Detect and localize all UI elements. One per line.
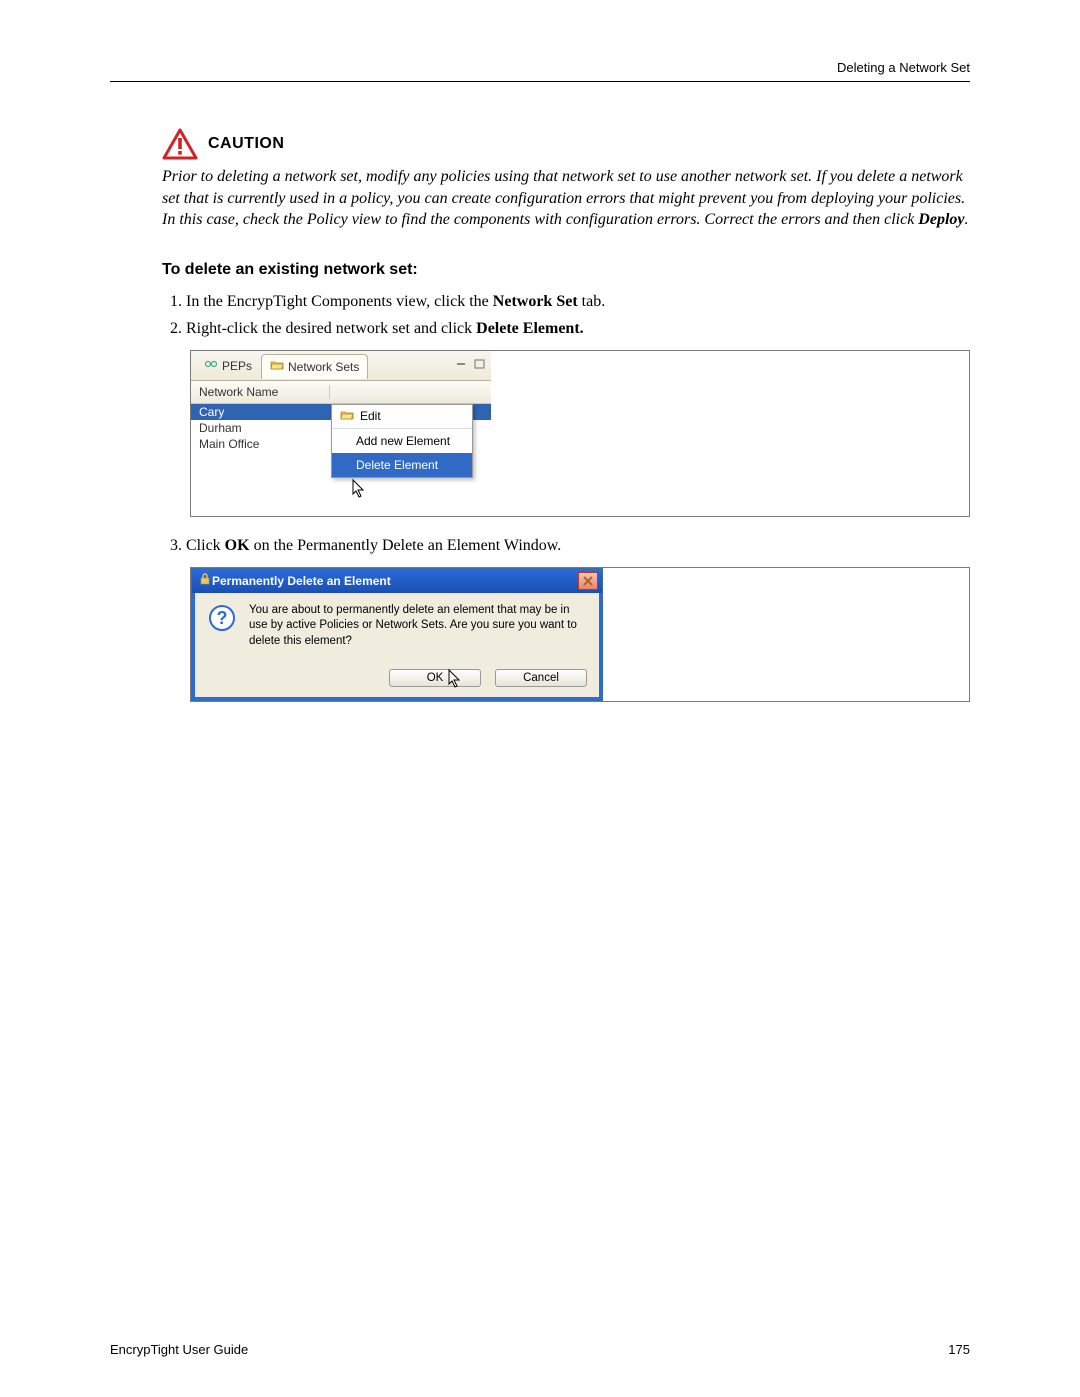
page-header: Deleting a Network Set — [110, 60, 970, 82]
maximize-icon[interactable] — [473, 358, 487, 372]
cancel-button[interactable]: Cancel — [495, 669, 587, 687]
figure-network-panel: PEPs Network Sets Network Name Cary — [190, 350, 970, 517]
step-1: In the EncrypTight Components view, clic… — [186, 291, 970, 313]
context-menu-title: Edit — [332, 405, 472, 429]
minimize-icon[interactable] — [455, 358, 469, 372]
tab-bar: PEPs Network Sets — [191, 351, 491, 381]
step-3: Click OK on the Permanently Delete an El… — [186, 535, 970, 557]
menu-add-element[interactable]: Add new Element — [332, 429, 472, 453]
caution-header: CAUTION — [162, 128, 970, 160]
cursor-icon — [351, 478, 369, 503]
tab-peps[interactable]: PEPs — [195, 353, 261, 378]
close-button[interactable] — [578, 572, 598, 590]
network-list: Cary Durham Main Office Edit Add new Ele… — [191, 404, 491, 516]
section-heading: To delete an existing network set: — [162, 261, 970, 279]
question-icon: ? — [207, 603, 237, 636]
caution-body: Prior to deleting a network set, modify … — [162, 166, 970, 231]
folder-open-icon — [340, 409, 354, 424]
svg-text:?: ? — [217, 608, 228, 628]
ok-button[interactable]: OK — [389, 669, 481, 687]
column-header[interactable]: Network Name — [191, 381, 491, 404]
link-icon — [204, 358, 218, 373]
folder-open-icon — [270, 359, 284, 374]
step-2: Right-click the desired network set and … — [186, 318, 970, 340]
page-footer: EncrypTight User Guide 175 — [110, 1342, 970, 1357]
page-number: 175 — [948, 1342, 970, 1357]
dialog-title: Permanently Delete an Element — [212, 574, 391, 588]
cursor-icon — [447, 668, 465, 693]
caution-icon — [162, 128, 198, 160]
lock-icon — [198, 572, 212, 589]
steps-list-cont: Click OK on the Permanently Delete an El… — [162, 535, 970, 557]
menu-delete-element[interactable]: Delete Element — [332, 453, 472, 477]
dialog-message: You are about to permanently delete an e… — [249, 603, 587, 650]
caution-label: CAUTION — [208, 135, 284, 153]
context-menu: Edit Add new Element Delete Element — [331, 404, 473, 478]
dialog-titlebar[interactable]: Permanently Delete an Element — [192, 569, 602, 593]
figure-confirm-dialog: Permanently Delete an Element ? You are … — [190, 567, 970, 703]
steps-list: In the EncrypTight Components view, clic… — [162, 291, 970, 340]
tab-network-sets[interactable]: Network Sets — [261, 354, 368, 379]
footer-left: EncrypTight User Guide — [110, 1342, 248, 1357]
